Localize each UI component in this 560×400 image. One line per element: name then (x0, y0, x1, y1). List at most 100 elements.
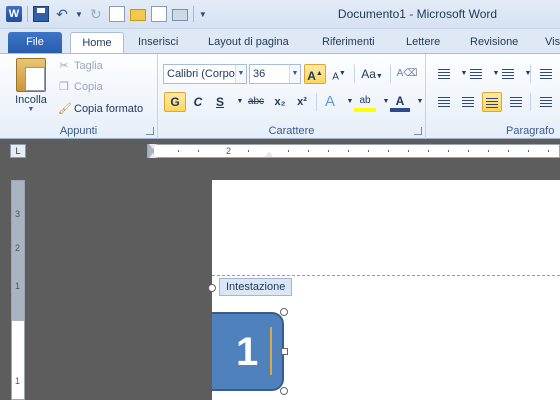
align-right-icon[interactable] (482, 92, 502, 112)
vruler-label: 1 (15, 376, 21, 386)
window-title: Documento1 - Microsoft Word (337, 7, 498, 21)
cut-label: Taglia (74, 60, 103, 72)
header-boundary (212, 275, 560, 276)
font-name-value: Calibri (Corpo (167, 68, 235, 80)
align-left-lines (438, 97, 450, 107)
tab-revisione[interactable]: Revisione (470, 32, 518, 53)
chevron-down-icon[interactable]: ▼ (289, 65, 300, 83)
copy-icon: ❐ (59, 81, 69, 93)
paste-dropdown-icon[interactable]: ▼ (8, 106, 54, 113)
ruler-tick (248, 150, 249, 152)
text-effects-button[interactable]: A (320, 92, 340, 112)
shrink-font-button[interactable]: A▼ (328, 64, 350, 84)
copy-button[interactable]: ❐ Copia (58, 78, 103, 96)
align-center-icon[interactable] (458, 92, 478, 112)
tab-lettere[interactable]: Lettere (406, 32, 440, 53)
paintbrush-icon: 🖌 (58, 103, 72, 115)
group-label-appunti: Appunti (59, 125, 98, 137)
vertical-ruler[interactable]: 3 2 1 1 (11, 180, 25, 400)
ruler-tick (468, 150, 469, 152)
bullets-icon[interactable] (434, 64, 454, 84)
vruler-label: 1 (15, 281, 21, 291)
underline-button[interactable]: S (210, 92, 230, 112)
bold-button[interactable]: G (164, 92, 186, 112)
chevron-down-icon[interactable]: ▼ (235, 65, 246, 83)
tab-home[interactable]: Home (70, 32, 124, 53)
subscript-button[interactable]: x₂ (270, 92, 290, 112)
resize-handle[interactable] (280, 308, 288, 316)
numbering-lines (470, 69, 482, 79)
ruler-tick (368, 150, 369, 152)
ruler-tick (288, 150, 289, 152)
separator (530, 65, 531, 83)
multilevel-lines (502, 69, 514, 79)
group-paragrafo: ▼ ▼ ▼ Paragrafo (426, 54, 560, 139)
tab-layout-di-pagina[interactable]: Layout di pagina (208, 32, 289, 53)
align-center-lines (462, 97, 474, 107)
paste-button[interactable]: Incolla ▼ (8, 58, 54, 113)
tab-file[interactable]: File (8, 32, 62, 53)
resize-handle[interactable] (208, 284, 216, 292)
bullets-lines (438, 69, 450, 79)
ribbon-tabs: File Home Inserisci Layout di pagina Rif… (0, 29, 560, 53)
decrease-indent-icon[interactable] (536, 64, 556, 84)
multilevel-dropdown-icon[interactable]: ▼ (518, 64, 538, 84)
numbering-icon[interactable] (466, 64, 486, 84)
resize-handle[interactable] (281, 348, 288, 355)
ruler-tick (488, 150, 489, 152)
tab-riferimenti[interactable]: Riferimenti (322, 32, 375, 53)
ruler-tick (308, 150, 309, 152)
ruler-tick (348, 150, 349, 152)
indent-lines (540, 69, 552, 79)
clear-formatting-icon[interactable]: A⌫ (396, 64, 418, 84)
strikethrough-button[interactable]: abc (244, 92, 268, 112)
change-case-button[interactable]: Aa▼ (358, 64, 386, 84)
header-tag[interactable]: Intestazione (219, 278, 293, 296)
ruler-tick (198, 150, 199, 152)
tab-inserisci[interactable]: Inserisci (138, 32, 178, 53)
font-size-combo[interactable]: 36 ▼ (249, 64, 301, 84)
cut-button[interactable]: ✂ Taglia (58, 57, 103, 75)
horizontal-ruler[interactable]: 2 (147, 144, 560, 158)
separator (316, 93, 317, 111)
ribbon: Incolla ▼ ✂ Taglia ❐ Copia 🖌 Copia forma… (0, 53, 560, 139)
scissors-icon: ✂ (59, 60, 69, 72)
highlight-button[interactable]: ab (354, 92, 376, 112)
multilevel-list-icon[interactable] (498, 64, 518, 84)
dialog-launcher-icon[interactable] (414, 127, 422, 135)
vruler-label: 2 (15, 243, 21, 253)
justify-icon[interactable] (506, 92, 526, 112)
separator (390, 65, 391, 83)
superscript-button[interactable]: x² (292, 92, 312, 112)
group-label-carattere: Carattere (268, 125, 315, 137)
tab-visualizza[interactable]: Vis (545, 32, 560, 53)
line-spacing-icon[interactable] (536, 92, 556, 112)
line-spacing-lines (540, 97, 552, 107)
ruler-tick (178, 150, 179, 152)
group-appunti: Incolla ▼ ✂ Taglia ❐ Copia 🖌 Copia forma… (0, 54, 158, 139)
first-line-indent-marker[interactable] (149, 144, 157, 149)
justify-lines (510, 97, 522, 107)
vruler-label: 3 (15, 209, 21, 219)
change-case-label: Aa (361, 67, 376, 81)
copy-label: Copia (74, 81, 103, 93)
clipboard-icon (16, 58, 46, 92)
right-indent-marker[interactable] (265, 151, 273, 157)
font-color-button[interactable]: A (390, 92, 410, 112)
grow-font-button[interactable]: A▲ (304, 64, 326, 84)
ruler-tick (388, 150, 389, 152)
dialog-launcher-icon[interactable] (146, 127, 154, 135)
tab-selector-button[interactable]: L (10, 144, 26, 158)
align-left-icon[interactable] (434, 92, 454, 112)
separator (354, 65, 355, 83)
resize-handle[interactable] (280, 387, 288, 395)
italic-button[interactable]: C (188, 92, 208, 112)
grow-font-label: A (307, 69, 316, 83)
format-painter-button[interactable]: 🖌 Copia formato (58, 100, 143, 118)
hanging-indent-marker[interactable] (149, 153, 157, 158)
shrink-font-label: A (332, 71, 339, 83)
font-name-combo[interactable]: Calibri (Corpo ▼ (163, 64, 247, 84)
ruler-tick (528, 150, 529, 152)
paste-label: Incolla (15, 94, 47, 106)
title-bar: W ↶ ▼ ↻ ▼ Documento1 - Microsoft Word (0, 0, 560, 29)
